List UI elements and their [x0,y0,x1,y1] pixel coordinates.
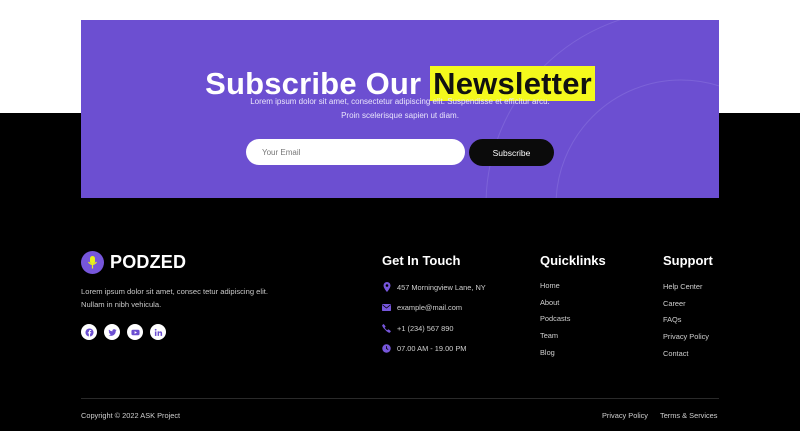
terms-services-link[interactable]: Terms & Services [660,411,718,420]
contact-item-phone: +1 (234) 567 890 [382,323,486,333]
quicklink-podcasts[interactable]: Podcasts [540,314,570,324]
location-pin-icon [382,282,391,292]
brand-description: Lorem ipsum dolor sit amet, consec tetur… [81,287,268,309]
quicklink-home[interactable]: Home [540,281,570,291]
support-list: Help Center Career FAQs Privacy Policy C… [663,282,709,365]
contact-email[interactable]: example@mail.com [397,303,462,312]
support-contact[interactable]: Contact [663,349,709,359]
newsletter-description-line: Proin scelerisque sapien ut diam. [341,111,459,120]
facebook-icon[interactable] [81,324,97,340]
clock-icon [382,344,391,353]
email-input[interactable] [246,139,465,165]
quicklinks-title: Quicklinks [540,253,606,268]
brand-name: PODZED [110,251,187,272]
footer-divider [81,398,719,399]
brand[interactable]: PODZED [81,250,186,274]
newsletter-banner: Subscribe Our Newsletter Lorem ipsum dol… [81,20,719,198]
quicklink-about[interactable]: About [540,298,570,308]
youtube-icon[interactable] [127,324,143,340]
contact-item-address: 457 Morningview Lane, NY [382,282,486,292]
copyright-text: Copyright © 2022 ASK Project [81,411,181,420]
contact-item-email: example@mail.com [382,303,486,313]
twitter-icon[interactable] [104,324,120,340]
phone-icon [382,323,391,333]
contact-list: 457 Morningview Lane, NY example@mail.co… [382,282,486,364]
support-title: Support [663,253,713,268]
contact-hours: 07.00 AM - 19.00 PM [397,344,467,353]
social-links [81,324,166,340]
support-privacy-policy[interactable]: Privacy Policy [663,332,709,342]
subscribe-button[interactable]: Subscribe [469,139,554,166]
contact-phone[interactable]: +1 (234) 567 890 [397,324,454,333]
quicklinks-list: Home About Podcasts Team Blog [540,281,570,364]
support-career[interactable]: Career [663,299,709,309]
microphone-logo-icon [81,250,104,274]
newsletter-description: Lorem ipsum dolor sit amet, consectetur … [81,95,719,123]
newsletter-description-line: Lorem ipsum dolor sit amet, consectetur … [250,97,550,106]
contact-title: Get In Touch [382,253,461,268]
quicklink-blog[interactable]: Blog [540,348,570,358]
support-faqs[interactable]: FAQs [663,315,709,325]
contact-item-hours: 07.00 AM - 19.00 PM [382,344,486,354]
privacy-policy-link[interactable]: Privacy Policy [602,411,648,420]
support-help-center[interactable]: Help Center [663,282,709,292]
contact-address: 457 Morningview Lane, NY [397,282,486,292]
linkedin-icon[interactable] [150,324,166,340]
quicklink-team[interactable]: Team [540,331,570,341]
envelope-icon [382,303,391,312]
